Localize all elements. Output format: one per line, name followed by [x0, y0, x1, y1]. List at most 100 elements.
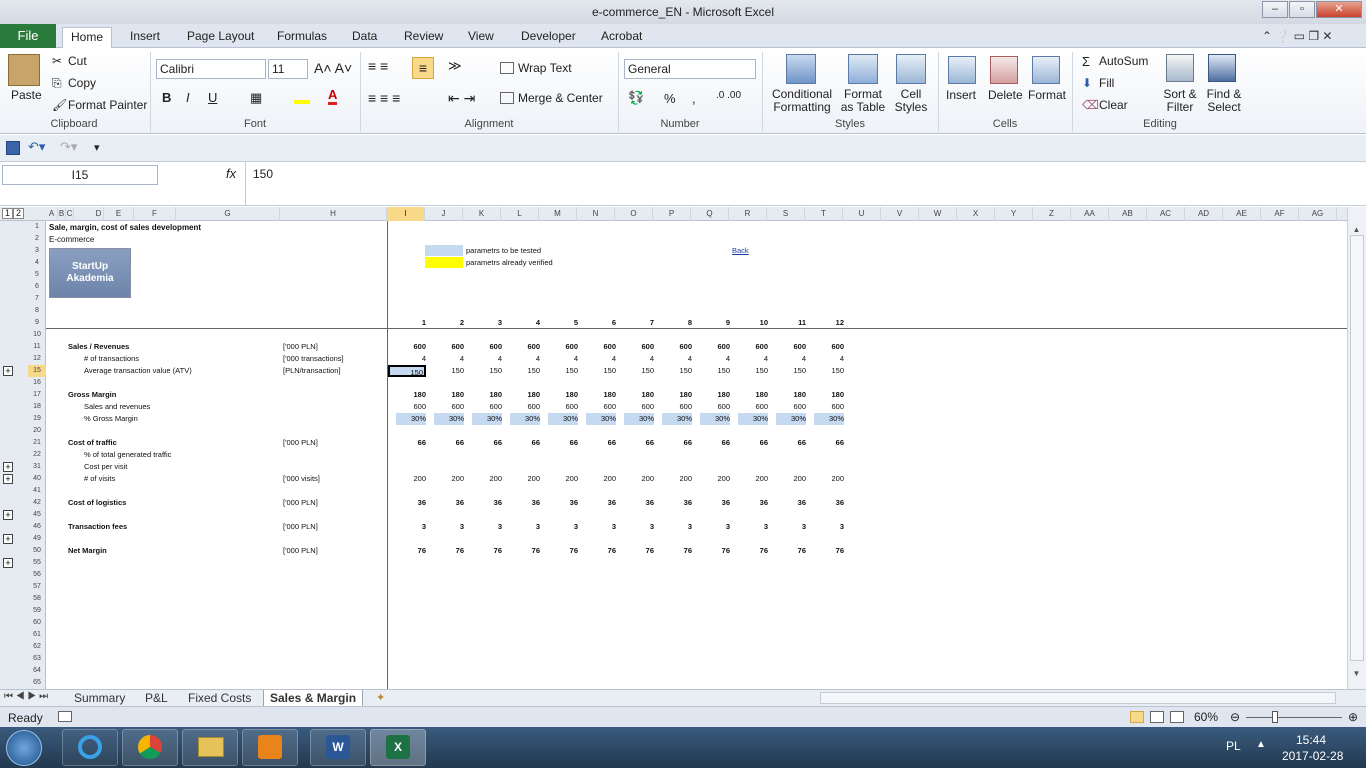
- column-header-s[interactable]: S: [767, 207, 805, 221]
- row-header-59[interactable]: 59: [28, 605, 46, 617]
- cell-value[interactable]: 36: [662, 497, 692, 509]
- column-header-aa[interactable]: AA: [1071, 207, 1109, 221]
- cell-value[interactable]: 600: [548, 341, 578, 353]
- row-header-22[interactable]: 22: [28, 449, 46, 461]
- cell-value[interactable]: 76: [700, 545, 730, 557]
- row-header-41[interactable]: 41: [28, 485, 46, 497]
- grow-font-icon[interactable]: A˄ A˅: [314, 60, 352, 76]
- row-header-64[interactable]: 64: [28, 665, 46, 677]
- merge-center-icon[interactable]: [500, 92, 514, 104]
- tab-file[interactable]: File: [0, 24, 56, 48]
- format-painter-button[interactable]: Format Painter: [68, 98, 147, 112]
- row-header-21[interactable]: 21: [28, 437, 46, 449]
- cell-value[interactable]: 600: [396, 401, 426, 413]
- cell-value[interactable]: 600: [738, 341, 768, 353]
- cell-value[interactable]: 36: [738, 497, 768, 509]
- cell-value[interactable]: 30%: [738, 413, 768, 425]
- zoom-level[interactable]: 60%: [1194, 710, 1218, 724]
- row-header-40[interactable]: 40: [28, 473, 46, 485]
- cell-value[interactable]: 66: [700, 437, 730, 449]
- cell-value[interactable]: 4: [738, 353, 768, 365]
- cell-value[interactable]: 36: [624, 497, 654, 509]
- cell-value[interactable]: 30%: [814, 413, 844, 425]
- column-header-c[interactable]: C: [66, 207, 74, 221]
- comma-button[interactable]: ,: [692, 91, 696, 106]
- maximize-button[interactable]: ▫: [1289, 1, 1315, 18]
- cell-value[interactable]: 36: [472, 497, 502, 509]
- insert-cells-button[interactable]: Insert: [946, 88, 976, 102]
- cell-value[interactable]: 180: [738, 389, 768, 401]
- column-header-ag[interactable]: AG: [1299, 207, 1337, 221]
- minimize-button[interactable]: –: [1262, 1, 1288, 18]
- tray-expand-icon[interactable]: ▲: [1256, 739, 1266, 750]
- cell-value[interactable]: 30%: [434, 413, 464, 425]
- row-header-17[interactable]: 17: [28, 389, 46, 401]
- cell-value[interactable]: 3: [510, 521, 540, 533]
- sort-filter-icon[interactable]: [1166, 54, 1194, 82]
- clock-time[interactable]: 15:44: [1296, 733, 1326, 747]
- cell-value[interactable]: 600: [510, 401, 540, 413]
- cell-value[interactable]: 180: [700, 389, 730, 401]
- cell-value[interactable]: 600: [776, 401, 806, 413]
- tab-view[interactable]: View: [460, 27, 502, 48]
- cell-value[interactable]: 66: [548, 437, 578, 449]
- cell-value[interactable]: 600: [624, 341, 654, 353]
- row-header-31[interactable]: 31: [28, 461, 46, 473]
- font-color-icon[interactable]: A: [328, 88, 338, 105]
- align-bottom-icon[interactable]: ≡: [412, 57, 434, 79]
- name-box[interactable]: I15: [2, 165, 158, 185]
- cell-value[interactable]: 4: [814, 353, 844, 365]
- underline-button[interactable]: U: [208, 90, 217, 105]
- cell-value[interactable]: 4: [510, 353, 540, 365]
- cell-value[interactable]: 30%: [624, 413, 654, 425]
- copy-icon[interactable]: ⎘: [52, 76, 62, 91]
- expand-group-icon[interactable]: +: [3, 534, 13, 544]
- cell-value[interactable]: 200: [700, 473, 730, 485]
- cell-value[interactable]: 150: [548, 365, 578, 377]
- outline-level-1[interactable]: 1: [2, 208, 13, 219]
- row-header-1[interactable]: 1: [28, 221, 46, 233]
- cell-value[interactable]: 200: [510, 473, 540, 485]
- column-header-y[interactable]: Y: [995, 207, 1033, 221]
- cell-value[interactable]: 76: [738, 545, 768, 557]
- cell-value[interactable]: 76: [624, 545, 654, 557]
- cell-value[interactable]: 200: [434, 473, 464, 485]
- cell-value[interactable]: 36: [586, 497, 616, 509]
- cell-value[interactable]: 600: [434, 401, 464, 413]
- fill-color-icon[interactable]: [294, 92, 310, 104]
- column-header-ac[interactable]: AC: [1147, 207, 1185, 221]
- cell-value[interactable]: 4: [662, 353, 692, 365]
- expand-group-icon[interactable]: +: [3, 510, 13, 520]
- cell-value[interactable]: 66: [586, 437, 616, 449]
- expand-group-icon[interactable]: +: [3, 474, 13, 484]
- cell-value[interactable]: 30%: [548, 413, 578, 425]
- autosum-icon[interactable]: Σ: [1082, 54, 1090, 69]
- cell-value[interactable]: 3: [738, 521, 768, 533]
- row-header-4[interactable]: 4: [28, 257, 46, 269]
- row-header-60[interactable]: 60: [28, 617, 46, 629]
- column-header-i[interactable]: I: [387, 207, 425, 221]
- row-header-15[interactable]: 15: [28, 365, 46, 377]
- delete-cells-icon[interactable]: [990, 56, 1018, 84]
- cell-value[interactable]: 30%: [700, 413, 730, 425]
- cell-value[interactable]: 36: [434, 497, 464, 509]
- cell-value[interactable]: 76: [548, 545, 578, 557]
- cell-value[interactable]: 180: [510, 389, 540, 401]
- sheet-tab-pl[interactable]: P&L: [139, 690, 174, 707]
- format-as-table-button[interactable]: Format as Table: [838, 88, 888, 114]
- close-button[interactable]: ✕: [1316, 1, 1362, 18]
- cell-value[interactable]: 150: [434, 365, 464, 377]
- cell-value[interactable]: 600: [814, 401, 844, 413]
- cell-value[interactable]: 180: [472, 389, 502, 401]
- column-header-p[interactable]: P: [653, 207, 691, 221]
- column-header-w[interactable]: W: [919, 207, 957, 221]
- cell-value[interactable]: 66: [510, 437, 540, 449]
- zoom-out-icon[interactable]: ⊖: [1230, 710, 1240, 724]
- column-header-h[interactable]: H: [280, 207, 387, 221]
- tab-developer[interactable]: Developer: [513, 27, 584, 48]
- cell-value[interactable]: 66: [776, 437, 806, 449]
- wrap-text-button[interactable]: Wrap Text: [518, 61, 572, 75]
- cell-value[interactable]: 150: [624, 365, 654, 377]
- cell-value[interactable]: 200: [586, 473, 616, 485]
- horizontal-scrollbar[interactable]: [820, 692, 1336, 704]
